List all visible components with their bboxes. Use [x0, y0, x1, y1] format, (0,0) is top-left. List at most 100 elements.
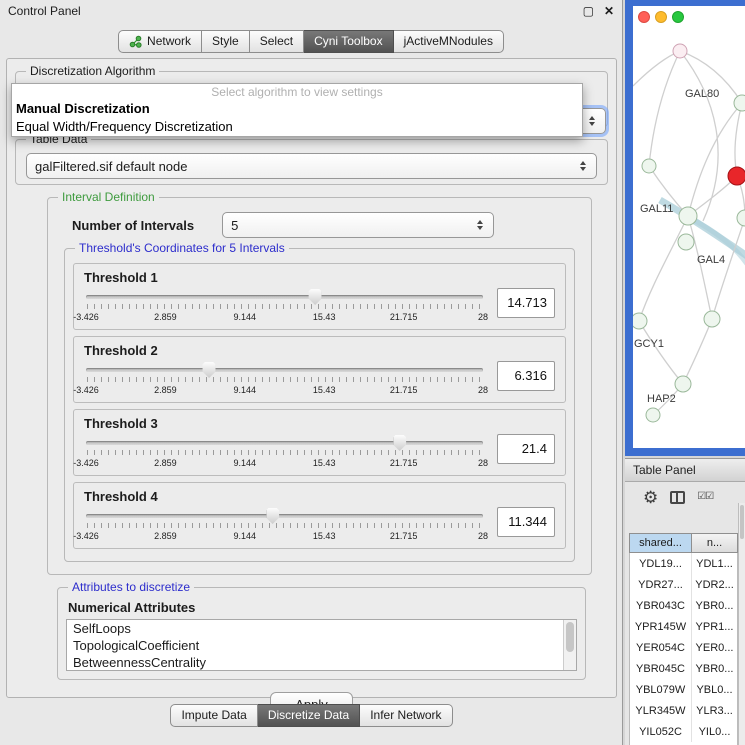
table-cell[interactable]: YBR0...: [692, 595, 737, 616]
slider-scale-label: 15.43: [313, 458, 336, 468]
threshold-3-slider[interactable]: -3.4262.8599.14415.4321.71528: [86, 433, 483, 473]
list-scrollbar[interactable]: [563, 620, 576, 670]
network-node[interactable]: [633, 313, 647, 329]
network-node[interactable]: [678, 234, 694, 250]
table-cell[interactable]: YBR043C: [630, 595, 692, 616]
float-icon[interactable]: ▢: [583, 5, 594, 17]
table-row[interactable]: YBR045CYBR0...: [630, 658, 737, 679]
close-icon[interactable]: ✕: [604, 5, 614, 17]
table-cell[interactable]: YPR1...: [692, 616, 737, 637]
threshold-1-value-field[interactable]: 14.713: [497, 288, 555, 318]
network-node[interactable]: [673, 44, 687, 58]
network-nodes[interactable]: [633, 44, 745, 422]
list-item[interactable]: TopologicalCoefficient: [67, 637, 562, 654]
network-node[interactable]: [642, 159, 656, 173]
slider-thumb[interactable]: [266, 508, 279, 524]
slider-scale: -3.4262.8599.14415.4321.71528: [86, 312, 483, 324]
table-panel-titlebar: Table Panel: [625, 458, 745, 482]
slider-track[interactable]: [86, 441, 483, 445]
table-row[interactable]: YDL19...YDL1...: [630, 553, 737, 574]
table-cell[interactable]: YLR3...: [692, 700, 737, 721]
network-canvas[interactable]: GAL80 GAL11 GAL4 GCY1 HAP2: [633, 6, 745, 448]
table-cell[interactable]: YBR045C: [630, 658, 692, 679]
network-node[interactable]: [675, 376, 691, 392]
zoom-traffic-light-icon[interactable]: [672, 11, 684, 23]
table-cell[interactable]: YIL0...: [692, 721, 737, 742]
close-traffic-light-icon[interactable]: [638, 11, 650, 23]
table-row[interactable]: YER054CYER0...: [630, 637, 737, 658]
columns-icon[interactable]: [670, 491, 685, 504]
table-cell[interactable]: YER0...: [692, 637, 737, 658]
tab-infer-network[interactable]: Infer Network: [360, 704, 452, 727]
table-cell[interactable]: YDL1...: [692, 553, 737, 574]
number-of-intervals-combobox[interactable]: 5: [222, 212, 494, 238]
table-cell[interactable]: YIL052C: [630, 721, 692, 742]
table-row[interactable]: YPR145WYPR1...: [630, 616, 737, 637]
slider-thumb[interactable]: [393, 435, 406, 451]
threshold-3-value-field[interactable]: 21.4: [497, 434, 555, 464]
table-row[interactable]: YBL079WYBL0...: [630, 679, 737, 700]
slider-scale-label: 21.715: [390, 312, 418, 322]
slider-ticks: [87, 377, 482, 382]
popup-option-manual-discretization[interactable]: Manual Discretization: [12, 100, 582, 118]
gear-icon[interactable]: ⚙: [643, 489, 658, 506]
network-edges: [633, 51, 745, 415]
tab-impute-data[interactable]: Impute Data: [170, 704, 257, 727]
slider-track[interactable]: [86, 514, 483, 518]
tab-style[interactable]: Style: [202, 30, 250, 53]
combo-stepper-icon: [583, 116, 601, 126]
network-node-selected[interactable]: [728, 167, 745, 185]
scrollbar-thumb[interactable]: [566, 622, 574, 652]
table-row[interactable]: YLR345WYLR3...: [630, 700, 737, 721]
select-columns-icon[interactable]: ☑☑: [697, 492, 713, 502]
slider-scale-label: 2.859: [154, 531, 177, 541]
threshold-1-slider[interactable]: -3.4262.8599.14415.4321.71528: [86, 287, 483, 327]
threshold-4-slider[interactable]: -3.4262.8599.14415.4321.71528: [86, 506, 483, 546]
table-cell[interactable]: YDL19...: [630, 553, 692, 574]
table-cell[interactable]: YBL0...: [692, 679, 737, 700]
scrollbar-thumb[interactable]: [740, 505, 744, 539]
numerical-attributes-list[interactable]: SelfLoopsTopologicalCoefficientBetweenne…: [66, 619, 577, 671]
network-node[interactable]: [737, 210, 745, 226]
table-cell[interactable]: YBL079W: [630, 679, 692, 700]
table-scrollbar[interactable]: [738, 503, 745, 745]
list-item[interactable]: BetweennessCentrality: [67, 654, 562, 671]
slider-scale-label: 2.859: [154, 312, 177, 322]
tab-cyni-toolbox[interactable]: Cyni Toolbox: [304, 30, 393, 53]
table-row[interactable]: YIL052CYIL0...: [630, 721, 737, 742]
table-cell[interactable]: YER054C: [630, 637, 692, 658]
minimize-traffic-light-icon[interactable]: [655, 11, 667, 23]
popup-option-equal-width-frequency[interactable]: Equal Width/Frequency Discretization: [12, 118, 582, 136]
network-node[interactable]: [704, 311, 720, 327]
table-row[interactable]: YBR043CYBR0...: [630, 595, 737, 616]
tab-discretize-data[interactable]: Discretize Data: [258, 704, 360, 727]
threshold-4-value-field[interactable]: 11.344: [497, 507, 555, 537]
threshold-2-slider[interactable]: -3.4262.8599.14415.4321.71528: [86, 360, 483, 400]
slider-thumb[interactable]: [309, 289, 322, 305]
network-icon: [129, 35, 142, 48]
tab-network[interactable]: Network: [118, 30, 202, 53]
slider-track[interactable]: [86, 295, 483, 299]
tab-select[interactable]: Select: [250, 30, 304, 53]
table-cell[interactable]: YBR0...: [692, 658, 737, 679]
table-data-combobox[interactable]: galFiltered.sif default node: [26, 153, 597, 179]
table-row[interactable]: YDR27...YDR2...: [630, 574, 737, 595]
list-item[interactable]: SelfLoops: [67, 620, 562, 637]
slider-scale-label: 28: [478, 458, 488, 468]
network-node[interactable]: [734, 95, 745, 111]
table-cell[interactable]: YDR2...: [692, 574, 737, 595]
network-graph[interactable]: GAL80 GAL11 GAL4 GCY1 HAP2: [633, 6, 745, 448]
tab-jactivemnodules[interactable]: jActiveMNodules: [394, 30, 504, 53]
table-cell[interactable]: YPR145W: [630, 616, 692, 637]
slider-track[interactable]: [86, 368, 483, 372]
table-cell[interactable]: YDR27...: [630, 574, 692, 595]
slider-ticks: [87, 523, 482, 528]
number-of-intervals-label: Number of Intervals: [72, 218, 194, 233]
threshold-2-value-field[interactable]: 6.316: [497, 361, 555, 391]
network-node[interactable]: [679, 207, 697, 225]
column-header-shared-name[interactable]: shared...: [630, 534, 692, 552]
column-header-name[interactable]: n...: [692, 534, 737, 552]
table-cell[interactable]: YLR345W: [630, 700, 692, 721]
network-node[interactable]: [646, 408, 660, 422]
slider-thumb[interactable]: [203, 362, 216, 378]
